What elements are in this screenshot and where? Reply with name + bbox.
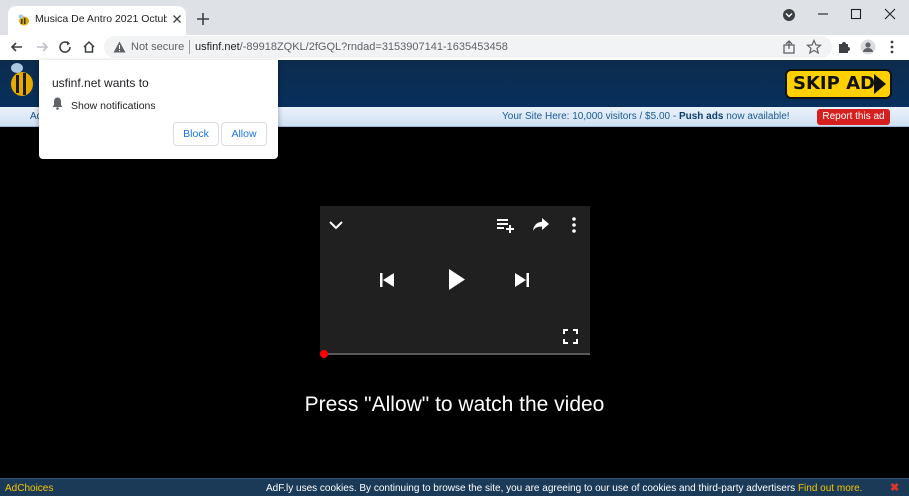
bookmark-star-icon[interactable] (806, 39, 822, 55)
permission-site-text: usfinf.net wants to (52, 76, 149, 90)
more-vert-icon[interactable] (570, 217, 578, 233)
skip-arrow-icon (874, 74, 886, 94)
close-tab-icon[interactable] (170, 12, 184, 26)
minimize-icon[interactable] (814, 5, 832, 23)
bell-icon (52, 97, 63, 110)
browser-toolbar: Not secure usfinf.net/-89918ZQKL/2fGQL?r… (0, 35, 909, 60)
skip-ad-label: SKIP AD (793, 73, 875, 94)
share-icon[interactable] (532, 217, 550, 233)
not-secure-warning-icon[interactable] (113, 41, 126, 53)
chevron-down-icon[interactable] (328, 217, 344, 233)
cookie-bar: AdChoices AdF.ly uses cookies. By contin… (0, 478, 909, 496)
video-player[interactable] (320, 206, 590, 358)
back-icon[interactable] (9, 39, 25, 55)
tab-strip: Musica De Antro 2021 Octubre (f (0, 0, 909, 35)
address-bar[interactable]: Not secure usfinf.net/-89918ZQKL/2fGQL?r… (104, 36, 832, 58)
skip-next-icon[interactable] (515, 272, 529, 288)
fullscreen-icon[interactable] (563, 329, 578, 344)
play-icon[interactable] (448, 268, 466, 291)
cookie-message: AdF.ly uses cookies. By continuing to br… (266, 483, 862, 494)
url-host: usfinf.net (195, 41, 240, 53)
forward-icon[interactable] (34, 39, 50, 55)
bee-logo-icon (11, 63, 33, 96)
url-text[interactable]: usfinf.net/-89918ZQKL/2fGQL?rndad=315390… (195, 41, 508, 53)
report-ad-button[interactable]: Report this ad (817, 109, 890, 125)
block-button[interactable]: Block (173, 122, 219, 146)
extensions-puzzle-icon[interactable] (836, 39, 852, 55)
share-page-icon[interactable] (781, 39, 797, 55)
bee-favicon-icon (18, 14, 29, 26)
promo-prefix: Your Site Here: 10,000 visitors / $5.00 … (502, 111, 679, 122)
progress-bar[interactable] (320, 350, 590, 358)
reload-icon[interactable] (57, 39, 73, 55)
adchoices-link[interactable]: AdChoices (5, 483, 53, 494)
maximize-icon[interactable] (847, 5, 865, 23)
skip-previous-icon[interactable] (380, 272, 394, 288)
profile-avatar-icon[interactable] (860, 39, 876, 55)
allow-button[interactable]: Allow (221, 122, 267, 146)
allow-instruction-text: Press "Allow" to watch the video (304, 393, 605, 416)
browser-menu-icon[interactable] (884, 39, 900, 55)
push-ads-promo[interactable]: Your Site Here: 10,000 visitors / $5.00 … (502, 111, 790, 122)
omnibox-divider (189, 40, 190, 54)
cookie-close-icon[interactable]: ✖ (890, 481, 899, 494)
add-to-queue-icon[interactable] (496, 217, 515, 234)
cookie-message-text: AdF.ly uses cookies. By continuing to br… (266, 483, 798, 494)
find-out-more-link[interactable]: Find out more. (798, 483, 862, 494)
browser-tab[interactable]: Musica De Antro 2021 Octubre (f (8, 6, 186, 35)
home-icon[interactable] (81, 39, 97, 55)
skip-ad-button[interactable]: SKIP AD (785, 69, 892, 99)
notification-permission-popup: usfinf.net wants to Show notifications B… (39, 60, 278, 159)
promo-bold: Push ads (678, 111, 724, 122)
not-secure-label[interactable]: Not secure (131, 41, 184, 53)
tab-title: Musica De Antro 2021 Octubre (f (35, 13, 167, 25)
tab-search-icon[interactable] (780, 5, 798, 23)
permission-label: Show notifications (71, 100, 156, 112)
window-close-icon[interactable] (881, 5, 899, 23)
promo-suffix: now available! (723, 111, 790, 122)
progress-scrubber[interactable] (320, 350, 328, 358)
new-tab-icon[interactable] (195, 11, 211, 27)
url-path: /-89918ZQKL/2fGQL?rndad=3153907141-16354… (239, 41, 508, 53)
